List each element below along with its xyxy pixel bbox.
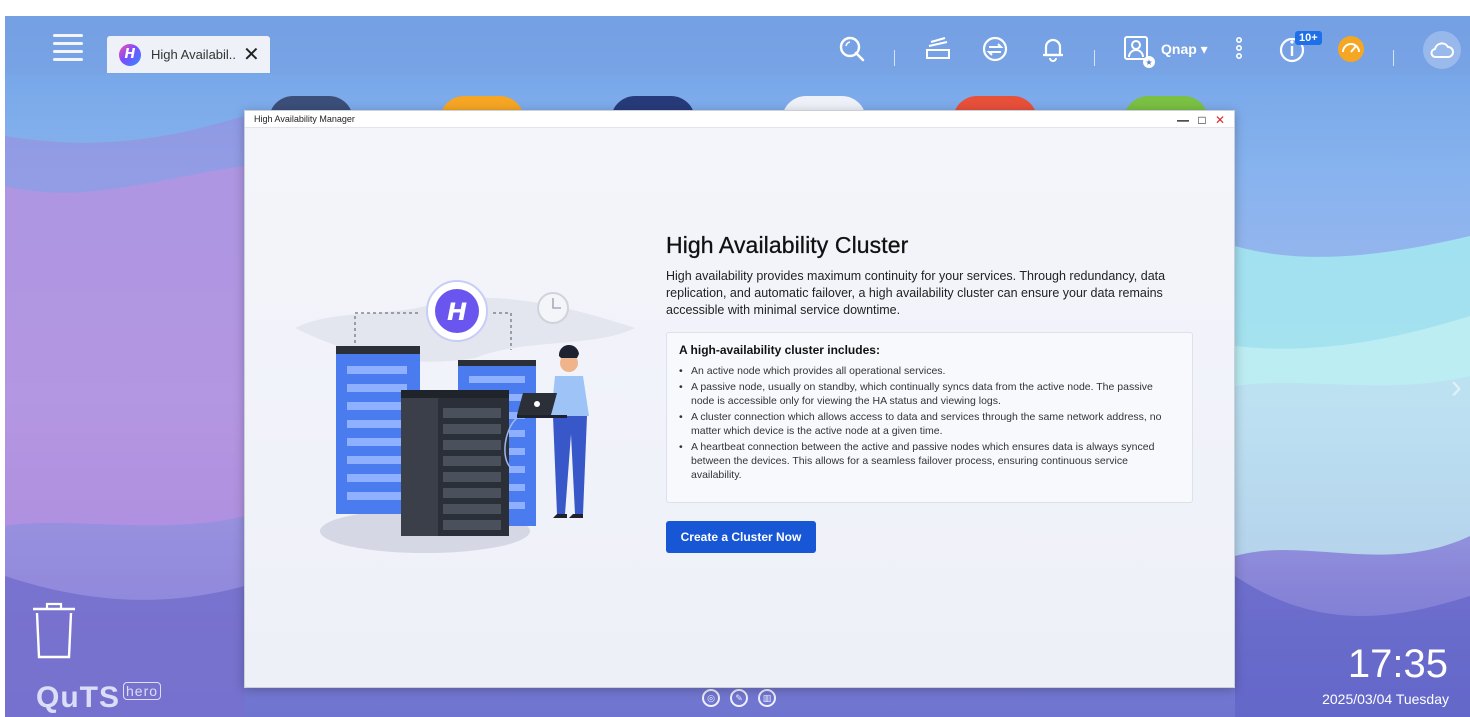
- user-menu[interactable]: Qnap ▾: [1161, 41, 1208, 58]
- create-cluster-button[interactable]: Create a Cluster Now: [666, 521, 816, 553]
- background-tasks-icon[interactable]: [923, 34, 953, 64]
- date: 2025/03/04 Tuesday: [1322, 691, 1449, 707]
- recycle-bin-icon[interactable]: [31, 601, 77, 661]
- task-tab-high-availability[interactable]: H High Availabil... ✕: [107, 36, 270, 73]
- window-titlebar[interactable]: High Availability Manager — □ ✕: [245, 111, 1234, 128]
- dock-myqnapcloud-icon[interactable]: ◎: [702, 689, 720, 707]
- list-item: A passive node, usually on standby, whic…: [679, 380, 1179, 408]
- cluster-info-box: A high-availability cluster includes: An…: [666, 332, 1193, 503]
- tab-close-icon[interactable]: ✕: [243, 42, 260, 67]
- main-menu-button[interactable]: [53, 34, 83, 62]
- ha-manager-window: High Availability Manager — □ ✕ H High A…: [244, 110, 1235, 688]
- task-tab-label: High Availabil...: [151, 47, 237, 62]
- list-item: An active node which provides all operat…: [679, 364, 1179, 378]
- cluster-feature-list: An active node which provides all operat…: [679, 364, 1180, 482]
- desktop-dock: ◎ ✎ ▥: [702, 689, 776, 707]
- close-button[interactable]: ✕: [1212, 111, 1228, 128]
- window-content: H High Availability Cluster High availab…: [245, 128, 1234, 687]
- minimize-button[interactable]: —: [1175, 111, 1191, 128]
- cloud-icon: [1430, 42, 1454, 58]
- more-options-icon[interactable]: [1233, 34, 1245, 64]
- user-avatar-icon[interactable]: ★: [1123, 34, 1157, 70]
- list-item: A cluster connection which allows access…: [679, 410, 1179, 438]
- clock: 17:35: [1347, 642, 1448, 686]
- intro-text: High availability provides maximum conti…: [666, 269, 1166, 317]
- maximize-button[interactable]: □: [1194, 111, 1210, 128]
- dock-app-icon[interactable]: ▥: [758, 689, 776, 707]
- list-item: A heartbeat connection between the activ…: [679, 440, 1179, 482]
- toolbar-separator: [1393, 50, 1394, 66]
- ha-cluster-illustration: H: [295, 280, 635, 553]
- bell-icon[interactable]: [1038, 34, 1068, 64]
- page-title: High Availability Cluster: [666, 232, 909, 258]
- info-box-title: A high-availability cluster includes:: [679, 343, 880, 357]
- next-desktop-arrow[interactable]: ›: [1451, 368, 1462, 407]
- toolbar-separator: [1094, 50, 1095, 66]
- intro-panel: High Availability Cluster High availabil…: [666, 232, 1193, 553]
- sync-icon[interactable]: [980, 34, 1010, 64]
- search-icon[interactable]: [837, 34, 867, 64]
- toolbar-separator: [894, 50, 895, 66]
- svg-text:★: ★: [1145, 58, 1152, 67]
- cloud-button[interactable]: [1423, 31, 1461, 69]
- notification-badge: 10+: [1295, 31, 1322, 45]
- quts-hero-logo: QuTS hero: [36, 681, 162, 715]
- dock-utility-icon[interactable]: ✎: [730, 689, 748, 707]
- window-title: High Availability Manager: [254, 114, 355, 124]
- resource-monitor-icon[interactable]: [1336, 34, 1366, 64]
- ha-app-icon: H: [119, 43, 141, 66]
- svg-text:H: H: [447, 298, 467, 326]
